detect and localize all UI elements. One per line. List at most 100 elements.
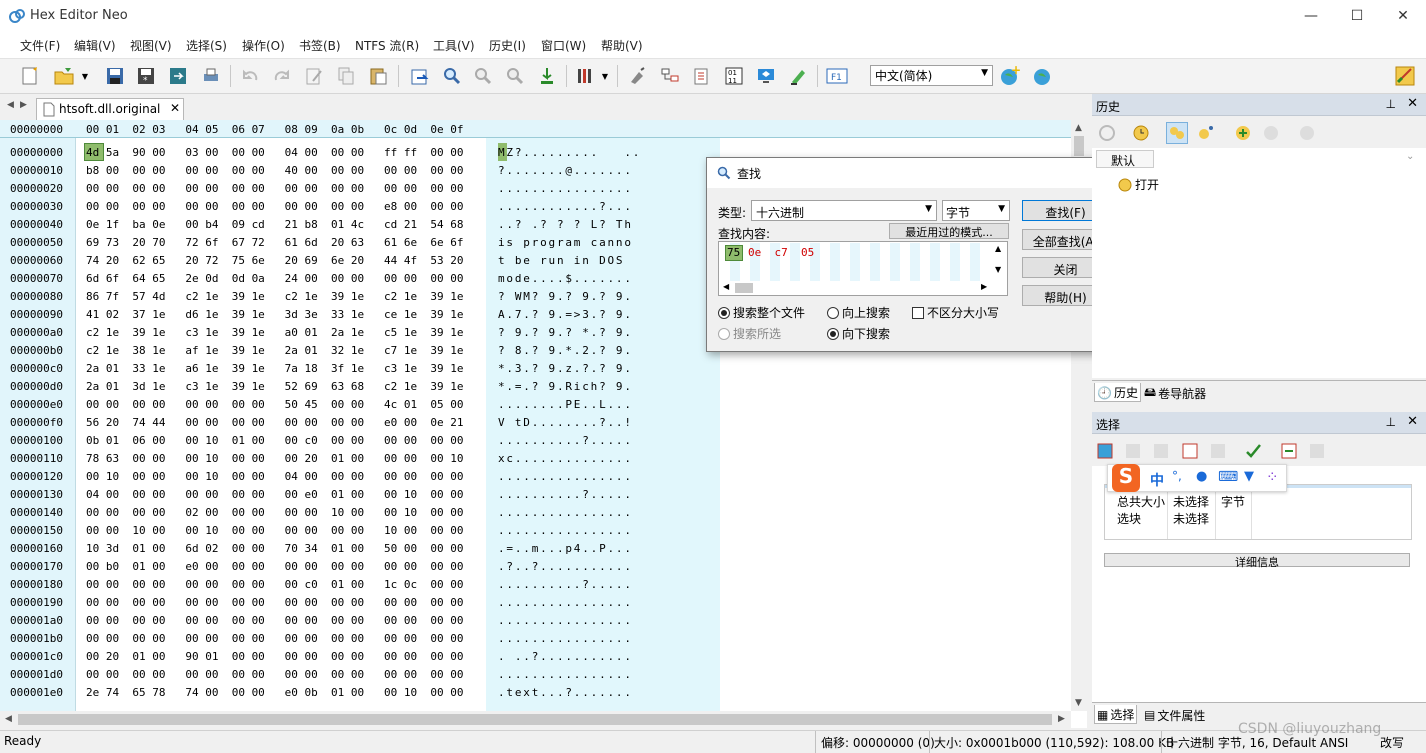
- row-bytes[interactable]: 56 20 74 44 00 00 00 00 00 00 00 00 e0 0…: [86, 416, 464, 429]
- row-ascii[interactable]: ............?...: [498, 200, 633, 213]
- radio-whole-file[interactable]: 搜索整个文件: [718, 304, 805, 321]
- row-bytes[interactable]: 00 00 00 00 00 00 00 00 00 c0 01 00 1c 0…: [86, 578, 464, 591]
- history-close-icon[interactable]: ✕: [1407, 96, 1418, 111]
- compare-icon[interactable]: [690, 64, 714, 88]
- tab-history[interactable]: 🕘 历史: [1094, 383, 1141, 402]
- row-ascii[interactable]: is program canno: [498, 236, 633, 249]
- radio-selection[interactable]: 搜索所选: [718, 325, 781, 342]
- select-check-icon[interactable]: [1242, 440, 1264, 462]
- row-bytes[interactable]: c2 1e 38 1e af 1e 39 1e 2a 01 32 1e c7 1…: [86, 344, 464, 357]
- row-ascii[interactable]: ................: [498, 506, 633, 519]
- row-ascii[interactable]: xc..............: [498, 452, 633, 465]
- row-bytes[interactable]: c2 1e 39 1e c3 1e 39 1e a0 01 2a 1e c5 1…: [86, 326, 464, 339]
- history-group-icon[interactable]: [1166, 122, 1188, 144]
- highlight-icon[interactable]: [786, 64, 810, 88]
- language-select[interactable]: 中文(简体) ▼: [870, 65, 993, 86]
- history-back-icon[interactable]: [1096, 122, 1118, 144]
- recent-patterns-button[interactable]: 最近用过的模式...: [889, 223, 1009, 239]
- pattern-input[interactable]: 75 0e c7 05 ▲ ▼ ◀ ▶: [718, 241, 1008, 296]
- find-prev-icon[interactable]: [503, 64, 527, 88]
- horizontal-scrollbar[interactable]: ◀ ▶: [0, 711, 1071, 728]
- chevron-down-icon[interactable]: ⌄: [1406, 151, 1414, 162]
- columns-icon[interactable]: [574, 64, 598, 88]
- select-export-icon[interactable]: [1278, 440, 1300, 462]
- scroll-right-icon[interactable]: ▶: [1058, 714, 1065, 724]
- radio-search-up[interactable]: 向上搜索: [827, 304, 890, 321]
- tab-scroll-left-icon[interactable]: ◀: [7, 100, 14, 110]
- bookmark-down-icon[interactable]: [535, 64, 559, 88]
- tab-document[interactable]: htsoft.dll.original ✕: [36, 98, 184, 120]
- row-ascii[interactable]: ................: [498, 182, 633, 195]
- row-ascii[interactable]: ..........?.....: [498, 578, 633, 591]
- history-remove-icon[interactable]: [1260, 122, 1282, 144]
- scroll-up-icon[interactable]: ▲: [1075, 123, 1082, 133]
- row-ascii[interactable]: ?.......@.......: [498, 164, 633, 177]
- tab-close-icon[interactable]: ✕: [170, 101, 180, 115]
- select-all-icon[interactable]: [1150, 440, 1172, 462]
- row-ascii[interactable]: ........PE..L...: [498, 398, 633, 411]
- row-ascii[interactable]: ? WM? 9.? 9.? 9.: [498, 290, 633, 303]
- hex-row[interactable]: 00000140 00 00 00 00 02 00 00 00 00 00 10…: [0, 503, 1071, 521]
- hex-row[interactable]: 000001b0 00 00 00 00 00 00 00 00 00 00 00…: [0, 629, 1071, 647]
- row-ascii[interactable]: ..? .? ? ? L? Th: [498, 218, 633, 231]
- row-bytes[interactable]: b8 00 00 00 00 00 00 00 40 00 00 00 00 0…: [86, 164, 464, 177]
- row-bytes[interactable]: 00 00 00 00 02 00 00 00 00 00 10 00 00 1…: [86, 506, 464, 519]
- menu-tools[interactable]: 工具(V): [433, 37, 475, 54]
- row-bytes[interactable]: 00 00 10 00 00 10 00 00 00 00 00 00 10 0…: [86, 524, 464, 537]
- row-ascii[interactable]: ................: [498, 470, 633, 483]
- pattern-scroll-up-icon[interactable]: ▲: [995, 244, 1001, 253]
- menu-select[interactable]: 选择(S): [186, 37, 227, 54]
- history-clear-icon[interactable]: [1296, 122, 1318, 144]
- hex-row[interactable]: 00000130 04 00 00 00 00 00 00 00 00 e0 01…: [0, 485, 1071, 503]
- row-ascii[interactable]: ? 9.? 9.? *.? 9.: [498, 326, 633, 339]
- find-icon[interactable]: [440, 64, 464, 88]
- binary-icon[interactable]: 01 11: [722, 64, 746, 88]
- find-next-icon[interactable]: [471, 64, 495, 88]
- type-select[interactable]: 十六进制 ▼: [751, 200, 937, 221]
- ime-mic-icon[interactable]: ●: [1196, 469, 1207, 484]
- row-ascii[interactable]: .text...?.......: [498, 686, 633, 699]
- menu-help[interactable]: 帮助(V): [601, 37, 643, 54]
- ime-skin-icon[interactable]: ▼: [1244, 469, 1254, 484]
- hex-row[interactable]: 00000170 00 b0 01 00 e0 00 00 00 00 00 00…: [0, 557, 1071, 575]
- row-bytes[interactable]: 00 00 00 00 00 00 00 00 00 00 00 00 e8 0…: [86, 200, 464, 213]
- copy-icon[interactable]: [334, 64, 358, 88]
- history-pin-icon[interactable]: ⊥: [1386, 97, 1396, 111]
- pattern-scroll-right-icon[interactable]: ▶: [981, 282, 987, 291]
- vertical-scroll-thumb[interactable]: [1074, 136, 1084, 156]
- scroll-left-icon[interactable]: ◀: [5, 714, 12, 724]
- tab-volume-navigator[interactable]: 🖴 卷导航器: [1142, 383, 1208, 402]
- row-bytes[interactable]: 0b 01 06 00 00 10 01 00 00 c0 00 00 00 0…: [86, 434, 464, 447]
- hex-row[interactable]: 000000f0 56 20 74 44 00 00 00 00 00 00 00…: [0, 413, 1071, 431]
- hex-row[interactable]: 000001e0 2e 74 65 78 74 00 00 00 e0 0b 01…: [0, 683, 1071, 701]
- hex-row[interactable]: 00000150 00 00 10 00 00 10 00 00 00 00 00…: [0, 521, 1071, 539]
- row-bytes[interactable]: 2a 01 33 1e a6 1e 39 1e 7a 18 3f 1e c3 1…: [86, 362, 464, 375]
- row-ascii[interactable]: .?..?...........: [498, 560, 633, 573]
- row-ascii[interactable]: MZ?......... ..: [498, 146, 641, 159]
- menu-operation[interactable]: 操作(O): [242, 37, 285, 54]
- scroll-down-icon[interactable]: ▼: [1075, 698, 1082, 708]
- columns-dropdown-icon[interactable]: ▼: [598, 64, 612, 88]
- pattern-hscroll-thumb[interactable]: [735, 283, 753, 293]
- save-as-icon[interactable]: *: [134, 64, 158, 88]
- hex-row[interactable]: 000001c0 00 20 01 00 90 01 00 00 00 00 00…: [0, 647, 1071, 665]
- selection-pin-icon[interactable]: ⊥: [1386, 415, 1396, 429]
- row-ascii[interactable]: ................: [498, 614, 633, 627]
- horizontal-scroll-thumb[interactable]: [18, 714, 1052, 725]
- undo-icon[interactable]: [238, 64, 262, 88]
- row-ascii[interactable]: . ..?...........: [498, 650, 633, 663]
- customize-icon[interactable]: [1393, 64, 1417, 88]
- row-ascii[interactable]: A.7.? 9.=>3.? 9.: [498, 308, 633, 321]
- help-f1-icon[interactable]: F1: [825, 64, 849, 88]
- print-icon[interactable]: [199, 64, 223, 88]
- add-language-icon[interactable]: +: [998, 64, 1022, 88]
- row-bytes[interactable]: 00 00 00 00 00 00 00 00 50 45 00 00 4c 0…: [86, 398, 464, 411]
- hex-row[interactable]: 00000190 00 00 00 00 00 00 00 00 00 00 00…: [0, 593, 1071, 611]
- row-bytes[interactable]: 04 00 00 00 00 00 00 00 00 e0 01 00 00 1…: [86, 488, 464, 501]
- row-bytes[interactable]: 10 3d 01 00 6d 02 00 00 70 34 01 00 50 0…: [86, 542, 464, 555]
- pattern-scroll-left-icon[interactable]: ◀: [723, 282, 729, 291]
- screen-icon[interactable]: [754, 64, 778, 88]
- select-import-icon[interactable]: [1306, 440, 1328, 462]
- row-bytes[interactable]: 00 00 00 00 00 00 00 00 00 00 00 00 00 0…: [86, 596, 464, 609]
- menu-edit[interactable]: 编辑(V): [74, 37, 116, 54]
